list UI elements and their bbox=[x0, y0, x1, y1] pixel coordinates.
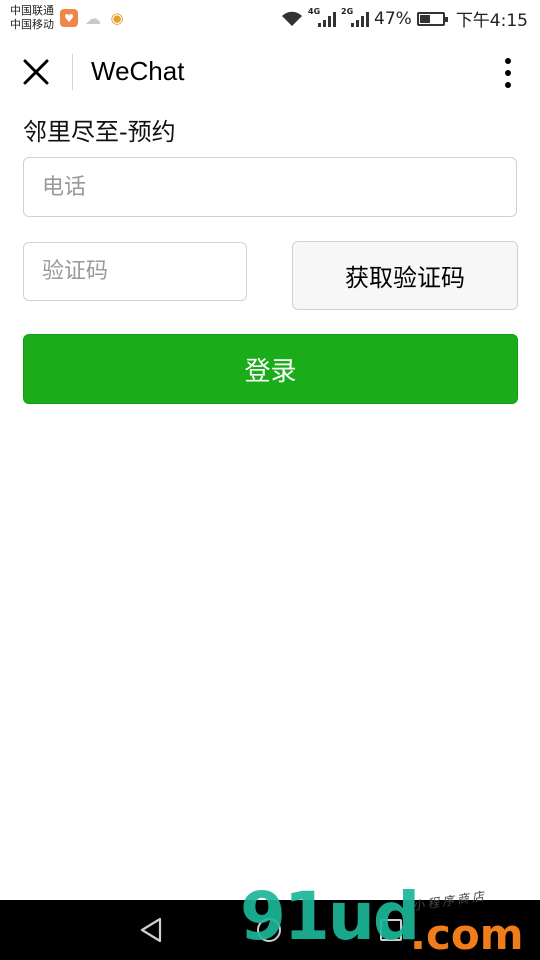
battery-percent: 47% bbox=[374, 8, 412, 29]
health-app-icon: ♥ bbox=[60, 9, 78, 27]
back-triangle-icon[interactable] bbox=[138, 916, 164, 944]
close-button[interactable] bbox=[20, 56, 52, 88]
more-dot bbox=[505, 70, 511, 76]
weibo-icon: ◉ bbox=[110, 9, 124, 27]
notification-icons: ♥ ☁ ◉ bbox=[60, 8, 126, 28]
signal-2g-icon: 2G bbox=[341, 7, 370, 27]
status-right: 4G 2G 47% 下午4:15 bbox=[281, 6, 528, 31]
phone-input[interactable] bbox=[42, 158, 516, 216]
title-bar: WeChat bbox=[0, 36, 540, 110]
page-heading: 邻里尽至-预约 bbox=[23, 118, 176, 146]
carrier-1: 中国联通 bbox=[10, 4, 54, 17]
get-code-button[interactable]: 获取验证码 bbox=[292, 241, 518, 310]
net-type-1: 4G bbox=[308, 6, 321, 16]
more-dot bbox=[505, 82, 511, 88]
navigation-bar bbox=[0, 900, 540, 960]
recent-square-icon[interactable] bbox=[380, 919, 402, 941]
carrier-2: 中国移动 bbox=[10, 18, 54, 31]
home-circle-icon[interactable] bbox=[257, 918, 281, 942]
more-vertical-icon bbox=[505, 58, 511, 64]
carrier-info: 中国联通 中国移动 bbox=[10, 4, 54, 32]
login-button[interactable]: 登录 bbox=[23, 334, 518, 404]
phone-field[interactable] bbox=[23, 157, 517, 217]
battery-fill bbox=[419, 14, 431, 23]
wifi-icon bbox=[282, 11, 303, 26]
page-title: WeChat bbox=[91, 56, 185, 86]
more-button[interactable] bbox=[496, 56, 520, 90]
net-type-2: 2G bbox=[341, 6, 354, 16]
clock: 下午4:15 bbox=[455, 11, 528, 31]
battery-icon bbox=[416, 11, 448, 26]
signal-4g-icon: 4G bbox=[308, 7, 337, 27]
weather-icon: ☁ bbox=[85, 8, 101, 28]
verification-code-field[interactable] bbox=[23, 242, 247, 301]
status-bar: 中国联通 中国移动 ♥ ☁ ◉ 4G 2G 47% 下午4:15 bbox=[0, 0, 540, 36]
title-divider bbox=[72, 54, 73, 90]
verification-code-input[interactable] bbox=[42, 243, 246, 300]
close-icon bbox=[23, 59, 49, 85]
